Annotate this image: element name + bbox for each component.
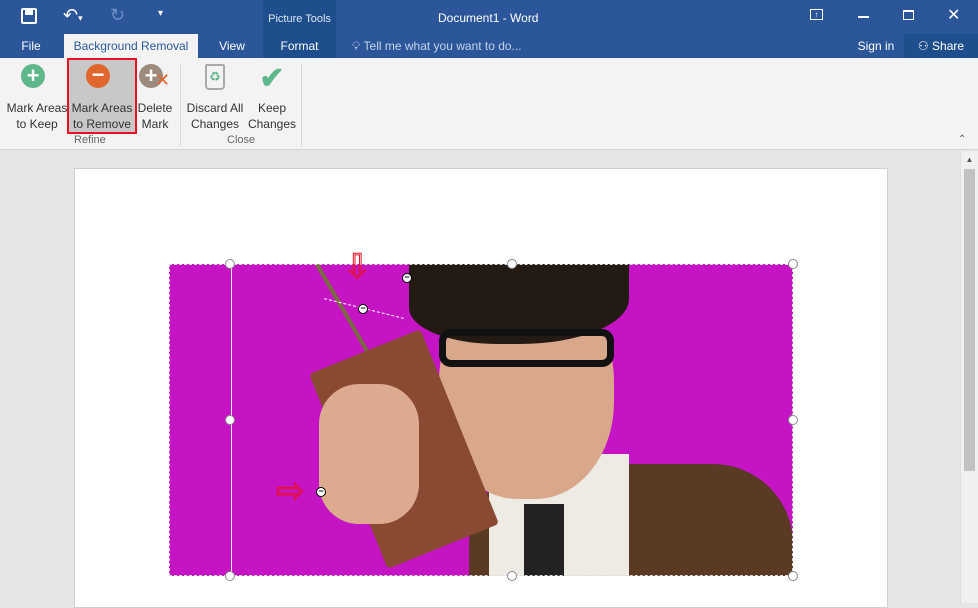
ribbon-display-options-icon[interactable]: ↑ xyxy=(810,9,823,20)
divider xyxy=(180,64,181,146)
remove-mark-icon[interactable]: − xyxy=(358,304,368,314)
label: Discard All xyxy=(186,101,244,115)
scroll-up-arrow[interactable]: ▲ xyxy=(961,155,978,164)
redo-icon: ↻ xyxy=(110,5,126,25)
delete-mark-icon: + ✕ xyxy=(139,64,171,96)
save-icon[interactable] xyxy=(21,8,37,24)
share-label: Share xyxy=(932,39,965,53)
sign-in-link[interactable]: Sign in xyxy=(852,34,900,58)
annotation-arrow-down: ⇩ xyxy=(343,248,372,286)
label: Delete xyxy=(137,101,173,115)
collapse-ribbon-icon[interactable]: ⌃ xyxy=(958,134,966,145)
ribbon: + Mark Areas to Keep − Mark Areas to Remov… xyxy=(0,58,978,150)
resize-handle[interactable] xyxy=(507,571,517,581)
resize-handle[interactable] xyxy=(788,415,798,425)
lightbulb-icon: 💡︎ xyxy=(352,39,361,53)
tab-background-removal[interactable]: Background Removal xyxy=(64,34,198,58)
resize-handle[interactable] xyxy=(788,259,798,269)
recycle-bin-icon: ♻ xyxy=(199,64,231,96)
keep-changes-button[interactable]: ✔ Keep Changes xyxy=(246,60,298,134)
remove-mark-icon[interactable]: − xyxy=(316,487,326,497)
group-close-label: Close xyxy=(227,134,256,146)
minus-pencil-icon: − xyxy=(86,64,118,96)
title-bar: ↶▾ ↻ ▾ Picture Tools Document1 - Word ↑ … xyxy=(0,0,978,34)
minimize-button[interactable] xyxy=(858,16,869,18)
close-button[interactable]: ✕ xyxy=(947,5,960,25)
group-refine-label: Refine xyxy=(74,134,106,146)
contextual-group-label: Picture Tools xyxy=(263,0,336,34)
divider xyxy=(301,64,302,146)
tell-me-box[interactable]: 💡︎ Tell me what you want to do... xyxy=(352,34,552,58)
person-add-icon: ⚇ xyxy=(917,39,929,53)
share-button[interactable]: ⚇ Share xyxy=(904,34,978,58)
delete-mark-button[interactable]: + ✕ Delete Mark xyxy=(137,60,173,134)
resize-handle[interactable] xyxy=(225,415,235,425)
mark-areas-to-remove-button[interactable]: − Mark Areas to Remove xyxy=(67,58,137,134)
maximize-button[interactable] xyxy=(903,10,914,20)
resize-handle[interactable] xyxy=(788,571,798,581)
selection-border xyxy=(169,264,793,576)
customize-toolbar-icon[interactable]: ▾ xyxy=(158,8,163,19)
window-title: Document1 - Word xyxy=(438,11,539,25)
ribbon-tabs: File Background Removal View Format 💡︎ T… xyxy=(0,34,978,58)
resize-handle[interactable] xyxy=(507,259,517,269)
annotation-arrow-right: ⇨ xyxy=(276,472,305,510)
discard-all-changes-button[interactable]: ♻ Discard All Changes xyxy=(184,60,246,134)
label: Changes xyxy=(190,117,240,131)
tab-format[interactable]: Format xyxy=(263,34,336,58)
scroll-thumb[interactable] xyxy=(964,169,975,471)
label: to Remove xyxy=(72,117,132,131)
label: Mark Areas xyxy=(71,101,133,115)
label: Mark xyxy=(141,117,169,131)
mark-areas-to-keep-button[interactable]: + Mark Areas to Keep xyxy=(6,60,68,134)
resize-handle[interactable] xyxy=(225,259,235,269)
checkmark-icon: ✔ xyxy=(259,62,285,95)
label: Changes xyxy=(247,117,297,131)
picture-background-removal[interactable] xyxy=(169,264,793,576)
undo-icon[interactable]: ↶▾ xyxy=(63,5,83,26)
resize-handle[interactable] xyxy=(225,571,235,581)
label: Keep xyxy=(257,101,287,115)
plus-pencil-icon: + xyxy=(21,64,53,96)
label: Mark Areas xyxy=(6,101,68,115)
remove-mark-icon[interactable]: − xyxy=(402,273,412,283)
vertical-scrollbar[interactable]: ▲ xyxy=(960,151,978,603)
tab-view[interactable]: View xyxy=(208,34,256,58)
tell-me-text: Tell me what you want to do... xyxy=(363,39,522,53)
label: to Keep xyxy=(16,117,58,131)
tab-file[interactable]: File xyxy=(10,34,52,58)
